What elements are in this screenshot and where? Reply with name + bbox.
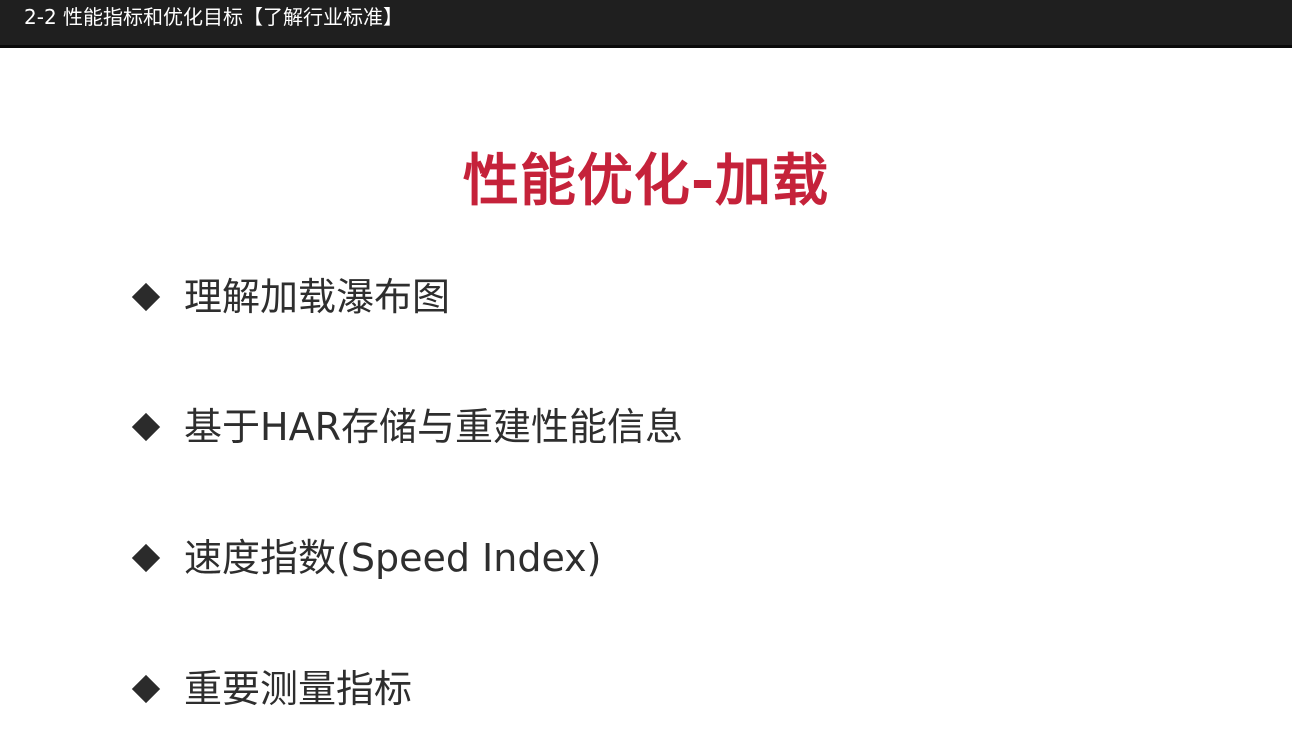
bullet-label: 理解加载瀑布图 — [184, 275, 451, 319]
bullet-label: 速度指数(Speed Index) — [184, 536, 602, 580]
video-title-bar: 2-2 性能指标和优化目标【了解行业标准】 — [0, 0, 1292, 48]
bullet-item: 重要测量指标 — [130, 661, 412, 717]
bullet-label: 重要测量指标 — [184, 667, 413, 711]
bullet-label: 基于HAR存储与重建性能信息 — [184, 405, 683, 449]
slide-content: 性能优化-加载 理解加载瀑布图 基于HAR存储与重建性能信息 速度指数(Spee… — [0, 51, 1292, 756]
slide-heading: 性能优化-加载 — [462, 149, 830, 214]
diamond-bullet-icon — [131, 674, 161, 704]
bullet-item: 速度指数(Speed Index) — [130, 530, 601, 586]
bullet-item: 理解加载瀑布图 — [130, 269, 450, 325]
diamond-bullet-icon — [131, 543, 161, 573]
diamond-bullet-icon — [131, 282, 161, 312]
video-title: 2-2 性能指标和优化目标【了解行业标准】 — [24, 5, 404, 29]
bullet-item: 基于HAR存储与重建性能信息 — [130, 399, 683, 455]
diamond-bullet-icon — [131, 412, 161, 442]
